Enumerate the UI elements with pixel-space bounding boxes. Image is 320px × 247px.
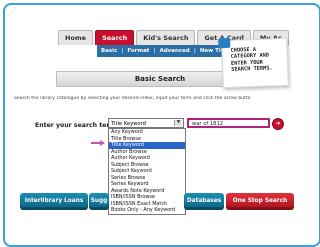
help-text: Search the library catalogue by selectin… bbox=[14, 96, 251, 101]
tab-home[interactable]: Home bbox=[58, 30, 94, 45]
dropdown-option[interactable]: Books Only - Any Keyword bbox=[109, 207, 185, 214]
callout-note-text: CHOOSE A CATEGORY AND ENTER YOUR SEARCH … bbox=[230, 46, 273, 73]
one-stop-search-button[interactable]: One Stop Search bbox=[226, 193, 294, 210]
databases-button[interactable]: Databases bbox=[184, 193, 224, 210]
pin-icon bbox=[218, 37, 231, 49]
search-index-dropdown: Any Keyword Title Browse Title Keyword A… bbox=[108, 128, 186, 215]
subnav-advanced[interactable]: Advanced bbox=[159, 48, 189, 54]
subnav-separator: | bbox=[193, 48, 196, 54]
subnav-separator: | bbox=[121, 48, 124, 54]
search-go-button[interactable]: ➜ bbox=[272, 118, 284, 130]
subnav-basic[interactable]: Basic bbox=[101, 48, 117, 54]
subnav-separator: | bbox=[153, 48, 156, 54]
search-term-label: Enter your search term: bbox=[35, 122, 119, 129]
interlibrary-loans-button[interactable]: Interlibrary Loans bbox=[20, 193, 88, 210]
suggest-button[interactable]: Sugg bbox=[89, 193, 109, 210]
tab-kids-search[interactable]: Kid's Search bbox=[136, 30, 196, 45]
search-index-value: Title Keyword bbox=[111, 121, 146, 127]
pointer-arrow-icon bbox=[91, 140, 105, 146]
tab-search[interactable]: Search bbox=[95, 30, 135, 45]
callout-note: CHOOSE A CATEGORY AND ENTER YOUR SEARCH … bbox=[218, 37, 289, 89]
chevron-down-icon[interactable]: ▼ bbox=[174, 120, 182, 126]
subnav-format[interactable]: Format bbox=[127, 48, 149, 54]
search-index-select[interactable]: Title Keyword ▼ bbox=[108, 118, 184, 128]
search-input[interactable]: war of 1812 bbox=[187, 118, 270, 128]
